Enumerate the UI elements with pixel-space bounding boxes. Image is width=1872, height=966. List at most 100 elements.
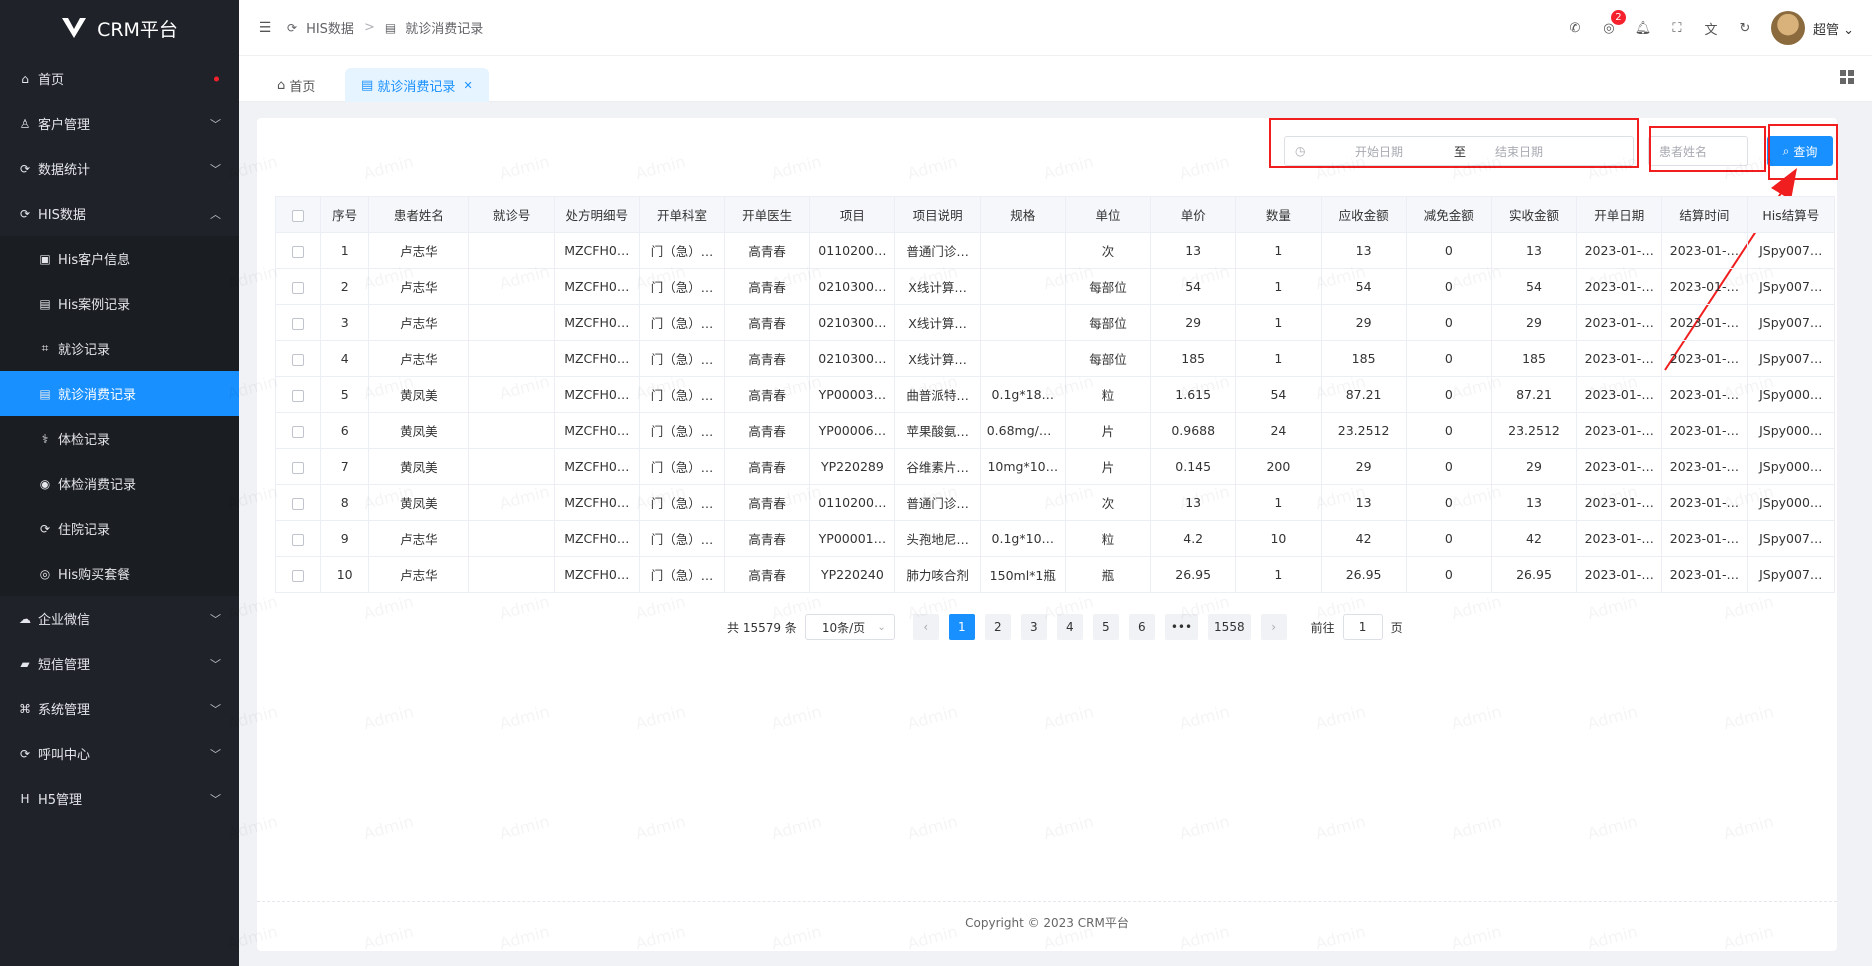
sidebar-item-15[interactable]: ⟳ 呼叫中心 ﹀ <box>0 731 239 776</box>
sidebar-item-3[interactable]: ⟳ HIS数据 ︿ <box>0 191 239 236</box>
table-cell: 门（急）… <box>638 520 726 557</box>
column-header[interactable]: 应收金额 <box>1320 196 1407 233</box>
user-menu[interactable]: 超管 ⌄ <box>1813 19 1854 38</box>
row-checkbox[interactable] <box>292 569 305 582</box>
table-row[interactable]: 1 卢志华 MZCFH0… 门（急）… 高青春 0110200… 普通门诊… 次 13 1 13 0 1… <box>274 232 1836 269</box>
row-checkbox[interactable] <box>292 245 305 258</box>
sidebar-item-12[interactable]: ☁ 企业微信 ﹀ <box>0 596 239 641</box>
table-cell: YP00003… <box>809 376 896 413</box>
breadcrumb-item-his[interactable]: HIS数据 <box>306 18 354 37</box>
table-cell: 高青春 <box>724 484 811 521</box>
column-header[interactable]: 患者姓名 <box>368 196 470 233</box>
table-row[interactable]: 3 卢志华 MZCFH0… 门（急）… 高青春 0210300… X线计算… 每部位 29 1 29… <box>274 304 1836 341</box>
close-icon[interactable]: ✕ <box>463 79 472 92</box>
sidebar-item-0[interactable]: ⌂ 首页 <box>0 56 239 101</box>
next-page-icon[interactable]: › <box>1260 614 1287 640</box>
table-row[interactable]: 9 卢志华 MZCFH0… 门（急）… 高青春 YP00001… 头孢地尼… 0.1g*10…… <box>274 520 1836 557</box>
grid-menu-icon[interactable] <box>1840 70 1854 84</box>
row-checkbox[interactable] <box>292 389 305 402</box>
table-cell: 粒 <box>1064 520 1152 557</box>
table-row[interactable]: 7 黄凤美 MZCFH0… 门（急）… 高青春 YP220289 谷维素片… 10mg*10…… <box>274 448 1836 485</box>
page-button[interactable]: 1 <box>948 614 975 640</box>
sidebar-item-9[interactable]: ◉ 体检消费记录 <box>0 461 239 506</box>
column-header[interactable]: 单位 <box>1064 196 1152 233</box>
column-header[interactable]: 就诊号 <box>468 196 555 233</box>
row-checkbox[interactable] <box>292 461 305 474</box>
sidebar-item-14[interactable]: ⌘ 系统管理 ﹀ <box>0 686 239 731</box>
translate-icon[interactable]: 文 <box>1703 20 1719 38</box>
column-header[interactable]: 序号 <box>320 196 370 233</box>
sidebar-item-6[interactable]: ⌗ 就诊记录 <box>0 326 239 371</box>
sidebar-item-8[interactable]: ⚕ 体检记录 <box>0 416 239 461</box>
table-cell: YP00006… <box>809 412 896 449</box>
sidebar-item-2[interactable]: ⟳ 数据统计 ﹀ <box>0 146 239 191</box>
table-row[interactable]: 6 黄凤美 MZCFH0… 门（急）… 高青春 YP00006… 苹果酸氨… 0.68mg/2… <box>274 412 1836 449</box>
table-row[interactable]: 2 卢志华 MZCFH0… 门（急）… 高青春 0210300… X线计算… 每部位 54 1 54… <box>274 268 1836 305</box>
column-header[interactable]: 数量 <box>1235 196 1322 233</box>
breadcrumb-separator: > <box>363 20 375 35</box>
fullscreen-icon[interactable]: ⛶ <box>1669 20 1685 36</box>
table-cell: 0 <box>1405 268 1492 305</box>
tab-home[interactable]: ⌂ 首页 <box>261 68 331 102</box>
id-card-icon: ▣ <box>39 251 51 266</box>
page-button[interactable]: 6 <box>1128 614 1155 640</box>
column-header[interactable]: 开单科室 <box>638 196 726 233</box>
page-button[interactable]: ••• <box>1164 614 1199 640</box>
row-select-cell <box>274 520 322 557</box>
table-cell: 42 <box>1490 520 1578 557</box>
goto-page-input[interactable]: 1 <box>1342 614 1383 640</box>
sidebar-item-11[interactable]: ◎ His购买套餐 <box>0 551 239 596</box>
sidebar-item-16[interactable]: H H5管理 ﹀ <box>0 776 239 821</box>
table-cell <box>979 268 1066 305</box>
select-all-checkbox[interactable] <box>292 209 305 222</box>
page-button[interactable]: 2 <box>984 614 1011 640</box>
page-size-select[interactable]: 10条/页 ⌄ <box>804 614 895 640</box>
column-header[interactable]: 单价 <box>1150 196 1237 233</box>
sidebar-item-13[interactable]: ▰ 短信管理 ﹀ <box>0 641 239 686</box>
column-header[interactable]: 处方明细号 <box>553 196 640 233</box>
sidebar-item-1[interactable]: ♙ 客户管理 ﹀ <box>0 101 239 146</box>
page-button[interactable]: 3 <box>1020 614 1047 640</box>
sidebar-item-4[interactable]: ▣ His客户信息 <box>0 236 239 281</box>
table-cell: 29 <box>1150 304 1237 341</box>
column-header[interactable]: 项目 <box>809 196 896 233</box>
row-checkbox[interactable] <box>292 425 305 438</box>
prev-page-icon[interactable]: ‹ <box>912 614 939 640</box>
table-row[interactable]: 4 卢志华 MZCFH0… 门（急）… 高青春 0210300… X线计算… 每部位 185 1 1… <box>274 340 1836 377</box>
row-checkbox[interactable] <box>292 497 305 510</box>
table-cell: 0 <box>1405 484 1492 521</box>
table-row[interactable]: 8 黄凤美 MZCFH0… 门（急）… 高青春 0110200… 普通门诊… 次 13 1 13 0 1… <box>274 484 1836 521</box>
tab-consumption-records[interactable]: ▤ 就诊消费记录 ✕ <box>345 68 489 102</box>
avatar[interactable] <box>1770 11 1805 45</box>
row-checkbox[interactable] <box>292 317 305 330</box>
sidebar-item-7[interactable]: ▤ 就诊消费记录 <box>0 371 239 416</box>
sidebar-item-10[interactable]: ⟳ 住院记录 <box>0 506 239 551</box>
sidebar-item-5[interactable]: ▤ His案例记录 <box>0 281 239 326</box>
column-header[interactable]: 规格 <box>979 196 1066 233</box>
column-header[interactable]: 减免金额 <box>1405 196 1492 233</box>
table-row[interactable]: 5 黄凤美 MZCFH0… 门（急）… 高青春 YP00003… 曲普派特… 0.1g*18…… <box>274 376 1836 413</box>
page-button[interactable]: 1558 <box>1208 614 1251 640</box>
phone-icon[interactable]: ✆ <box>1567 20 1583 36</box>
table-cell: 卢志华 <box>368 304 470 341</box>
column-header[interactable]: 项目说明 <box>894 196 981 233</box>
table-cell: 2023-01-… <box>1661 412 1748 449</box>
collapse-menu-icon[interactable]: ☰ <box>257 20 273 36</box>
page-button[interactable]: 5 <box>1092 614 1119 640</box>
table-cell: 0210300… <box>809 304 896 341</box>
column-header[interactable]: 实收金额 <box>1490 196 1578 233</box>
column-header[interactable]: 开单日期 <box>1576 196 1663 233</box>
row-checkbox[interactable] <box>292 281 305 294</box>
page-button[interactable]: 4 <box>1056 614 1083 640</box>
message-icon[interactable]: ◎ 2 <box>1601 10 1626 36</box>
row-checkbox[interactable] <box>292 533 305 546</box>
refresh-icon[interactable]: ↻ <box>1737 20 1753 36</box>
column-header[interactable]: 开单医生 <box>724 196 811 233</box>
table-row[interactable]: 10 卢志华 MZCFH0… 门（急）… 高青春 YP220240 肺力咳合剂 150ml*1… <box>274 556 1836 593</box>
column-header[interactable]: His结算号 <box>1746 196 1836 233</box>
row-checkbox[interactable] <box>292 353 305 366</box>
column-header[interactable]: 结算时间 <box>1661 196 1748 233</box>
app-logo[interactable]: CRM平台 <box>0 0 239 56</box>
bell-icon[interactable]: 🔔︎ <box>1635 20 1652 36</box>
table-cell: 0 <box>1405 556 1492 593</box>
